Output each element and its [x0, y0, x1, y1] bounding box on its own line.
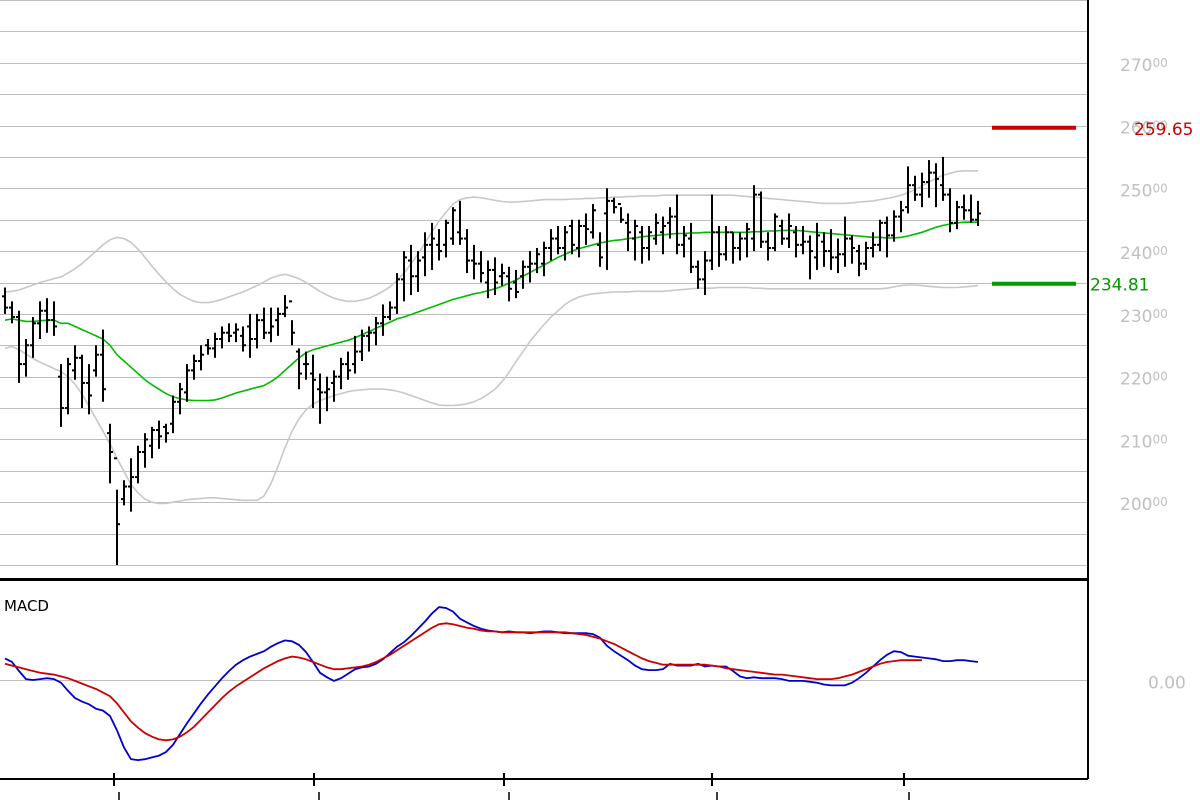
- price-tick-label: 21000: [1120, 432, 1168, 452]
- chart-root: 20000 21000 22000 23000 24000 25000 26000 27000…: [0, 0, 1200, 800]
- stock-chart: 2000021000220002300024000250002600027000…: [0, 0, 1193, 800]
- level-label: 259.65: [1134, 120, 1193, 140]
- price-tick-label: 25000: [1120, 181, 1168, 201]
- price-tick-label: 24000: [1120, 244, 1168, 264]
- macd-title: MACD: [4, 597, 49, 615]
- price-tick-label: 23000: [1120, 307, 1168, 327]
- level-label: 234.81: [1090, 276, 1149, 296]
- price-tick-label: 27000: [1120, 56, 1168, 76]
- plot-background: [0, 0, 1088, 779]
- price-tick-label: 20000: [1120, 495, 1168, 515]
- price-tick-label: 22000: [1120, 370, 1168, 390]
- macd-tick-label: 0.00: [1148, 674, 1186, 694]
